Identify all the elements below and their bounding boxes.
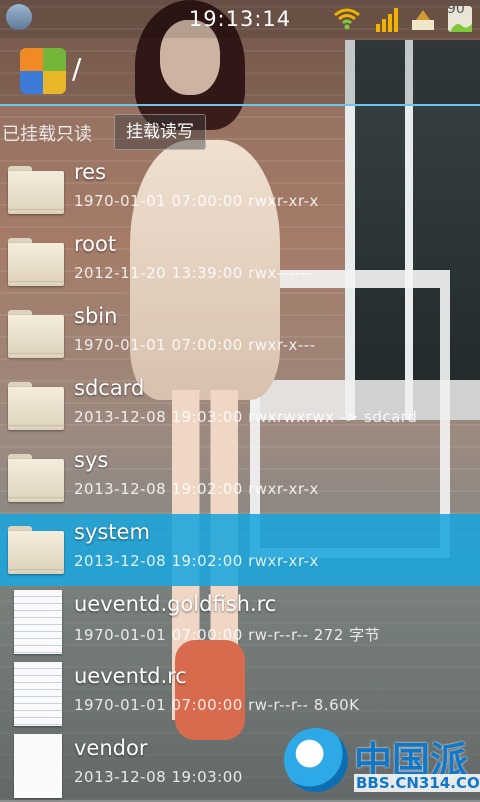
file-meta: 2013-12-08 19:03:00 [74,768,243,786]
notification-icon [412,10,434,30]
list-item[interactable]: sys 2013-12-08 19:02:00 rwxr-xr-x [0,442,480,514]
file-name: res [74,160,107,184]
file-manager-icon[interactable] [20,48,66,94]
mount-bar: 已挂载只读 挂载读写 [0,112,480,154]
site-watermark: 中国派 BBS.CN314.COM [280,726,480,800]
list-item[interactable]: res 1970-01-01 07:00:00 rwxr-xr-x [0,154,480,226]
file-meta: 1970-01-01 07:00:00 rw-r--r-- 8.60K [74,696,360,714]
folder-icon [8,526,64,574]
signal-icon [376,6,402,32]
folder-icon [8,238,64,286]
file-list: res 1970-01-01 07:00:00 rwxr-xr-x root 2… [0,154,480,802]
watermark-url: BBS.CN314.COM [354,774,480,792]
file-meta: 1970-01-01 07:00:00 rw-r--r-- 272 字节 [74,626,381,644]
text-file-icon [14,662,62,726]
file-meta: 2012-11-20 13:39:00 rwx------ [74,264,313,282]
file-name: ueventd.rc [74,664,187,688]
file-name: ueventd.goldfish.rc [74,592,277,616]
file-name: sbin [74,304,118,328]
file-name: sys [74,448,109,472]
status-time: 19:13:14 [188,7,292,31]
folder-icon [8,166,64,214]
list-item[interactable]: root 2012-11-20 13:39:00 rwx------ [0,226,480,298]
list-item[interactable]: sdcard 2013-12-08 19:03:00 rwxrwxrwx -> … [0,370,480,442]
mount-read-only-label: 已挂载只读 [2,124,92,145]
path-underline [0,104,480,106]
site-logo-icon [284,728,348,792]
file-icon [14,734,62,798]
list-item[interactable]: ueventd.goldfish.rc 1970-01-01 07:00:00 … [0,586,480,658]
file-meta: 2013-12-08 19:02:00 rwxr-xr-x [74,552,319,570]
folder-icon [8,310,64,358]
text-file-icon [14,590,62,654]
file-meta: 2013-12-08 19:03:00 rwxrwxrwx -> sdcard [74,408,418,426]
list-item-selected[interactable]: system 2013-12-08 19:02:00 rwxr-xr-x [0,514,480,586]
wifi-icon [334,8,360,30]
file-name: root [74,232,117,256]
path-header: / [0,38,480,106]
file-meta: 1970-01-01 07:00:00 rwxr-x--- [74,336,316,354]
battery-level: 90 [447,1,465,17]
file-meta: 2013-12-08 19:02:00 rwxr-xr-x [74,480,319,498]
file-name: system [74,520,150,544]
list-item[interactable]: ueventd.rc 1970-01-01 07:00:00 rw-r--r--… [0,658,480,730]
mount-read-write-button[interactable]: 挂载读写 [114,114,206,150]
folder-icon [8,382,64,430]
status-bar: 19:13:14 90 [0,0,480,38]
file-name: vendor [74,736,148,760]
folder-icon [8,454,64,502]
file-name: sdcard [74,376,145,400]
list-item[interactable]: sbin 1970-01-01 07:00:00 rwxr-x--- [0,298,480,370]
current-path[interactable]: / [72,52,81,85]
file-meta: 1970-01-01 07:00:00 rwxr-xr-x [74,192,319,210]
